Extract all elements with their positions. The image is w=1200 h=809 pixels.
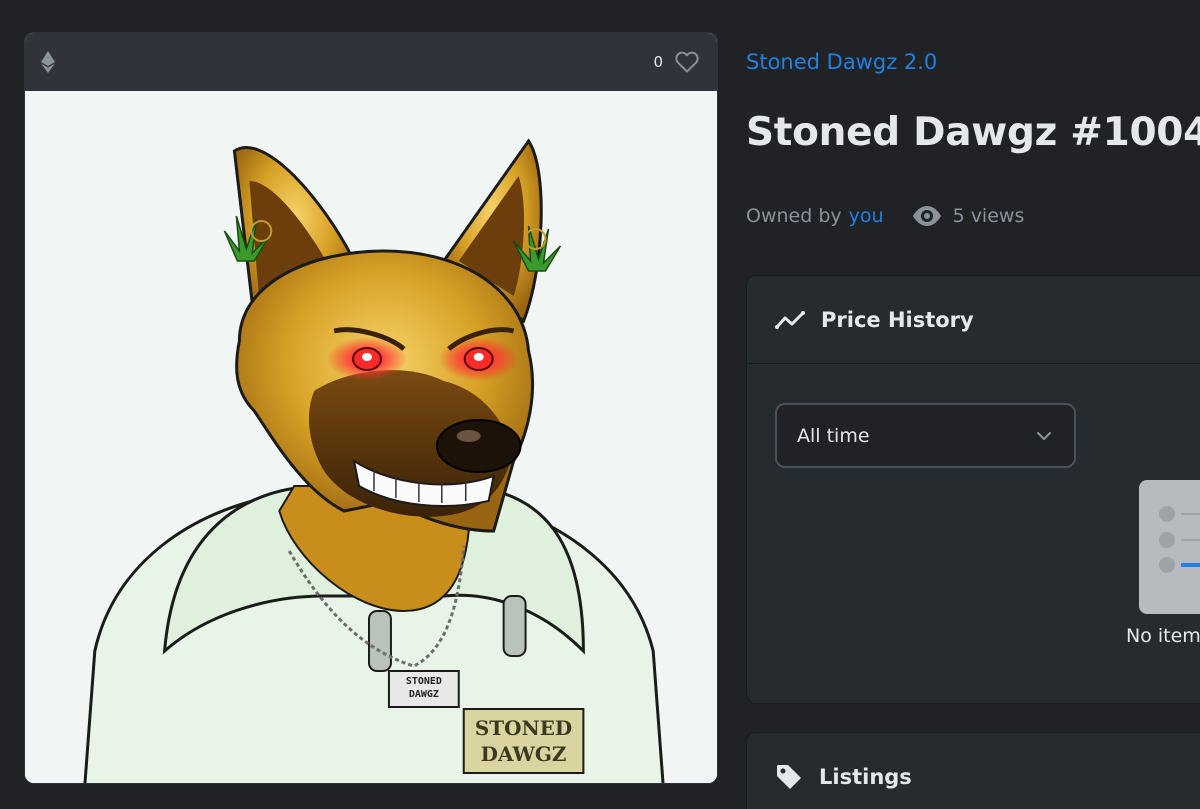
trend-line-icon (775, 310, 805, 330)
eye-icon (912, 206, 942, 226)
pendant-text-line-2: DAWGZ (409, 689, 439, 700)
nft-artwork[interactable]: STONED DAWGZ STONED DAWGZ (25, 91, 717, 784)
listings-header[interactable]: Listings (747, 733, 1200, 809)
item-title: Stoned Dawgz #1004 (746, 110, 1200, 155)
patch-text-line-1: STONED (475, 716, 572, 740)
nft-card: 0 STONED DAWGZ STONED DAWGZ (24, 32, 718, 784)
listings-title: Listings (819, 765, 912, 789)
favorite-count: 0 (653, 53, 663, 71)
owner-link[interactable]: you (849, 205, 884, 227)
view-count: 5 views (952, 205, 1025, 227)
ethereum-icon (41, 51, 55, 73)
item-meta: Owned by you 5 views (746, 205, 1024, 227)
collection-link[interactable]: Stoned Dawgz 2.0 (746, 50, 937, 74)
heart-icon[interactable] (675, 51, 699, 73)
patch-text-line-2: DAWGZ (481, 742, 567, 766)
owned-by-label: Owned by (746, 205, 842, 227)
chevron-down-icon (1036, 426, 1052, 445)
tag-icon (775, 763, 803, 791)
listings-panel: Listings (746, 732, 1200, 809)
time-range-select[interactable]: All time (775, 403, 1076, 468)
time-range-value: All time (797, 424, 870, 447)
empty-chart-illustration (1139, 480, 1200, 614)
price-history-title: Price History (821, 307, 974, 332)
price-history-panel: Price History All time No item activity … (746, 275, 1200, 704)
price-history-header[interactable]: Price History (747, 276, 1200, 364)
card-header: 0 (25, 33, 717, 91)
pendant-text-line-1: STONED (406, 676, 442, 687)
favorite-section: 0 (653, 51, 699, 73)
empty-state-text: No item activity yet (1126, 625, 1200, 647)
